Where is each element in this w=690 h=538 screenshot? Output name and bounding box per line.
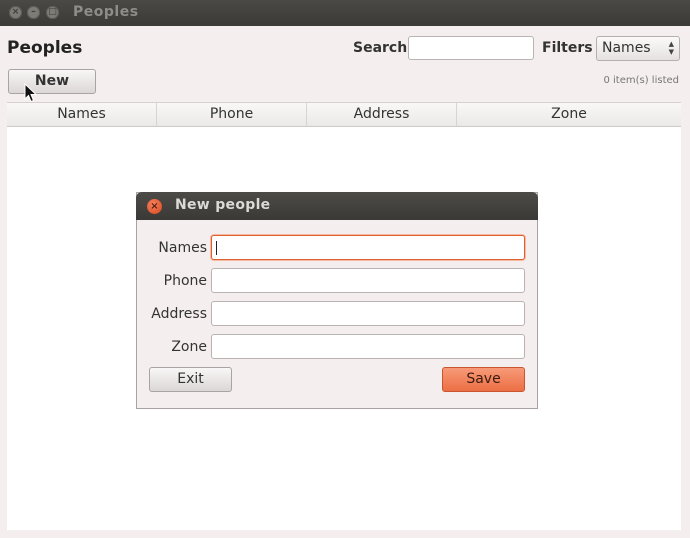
item-count: 0 item(s) listed	[603, 75, 679, 86]
column-header-phone[interactable]: Phone	[157, 103, 307, 126]
address-label: Address	[151, 306, 207, 322]
filters-label: Filters	[542, 40, 593, 56]
filters-select[interactable]: Names ▲ ▼	[596, 36, 680, 61]
names-field[interactable]	[211, 235, 525, 260]
updown-arrows-icon: ▲ ▼	[668, 40, 674, 56]
phone-label: Phone	[163, 273, 207, 289]
page-title: Peoples	[7, 38, 83, 58]
window-title: Peoples	[73, 4, 139, 20]
new-button[interactable]: New	[8, 69, 96, 94]
dialog-titlebar: × New people	[136, 192, 538, 220]
zone-label: Zone	[171, 339, 207, 355]
mouse-pointer-icon	[24, 82, 38, 107]
dialog-title: New people	[175, 197, 271, 213]
column-header-zone[interactable]: Zone	[457, 103, 681, 126]
table-header: Names Phone Address Zone	[7, 103, 681, 127]
column-header-address[interactable]: Address	[307, 103, 457, 126]
zone-field[interactable]	[211, 334, 525, 359]
window-maximize-icon[interactable]: □	[46, 6, 59, 19]
search-input[interactable]	[408, 36, 534, 60]
new-people-dialog: × New people Names Phone Address Zone Ex…	[136, 192, 538, 409]
address-field[interactable]	[211, 301, 525, 326]
text-caret	[216, 241, 217, 255]
names-label: Names	[158, 240, 207, 256]
phone-field[interactable]	[211, 268, 525, 293]
filters-select-value: Names	[602, 40, 651, 56]
search-label: Search	[353, 40, 408, 56]
window-minimize-icon[interactable]: –	[27, 6, 40, 19]
dialog-close-icon[interactable]: ×	[147, 199, 162, 214]
window-close-icon[interactable]: ×	[9, 6, 22, 19]
window-titlebar: × – □ Peoples	[0, 0, 690, 26]
save-button[interactable]: Save	[442, 367, 525, 392]
exit-button[interactable]: Exit	[149, 367, 232, 392]
